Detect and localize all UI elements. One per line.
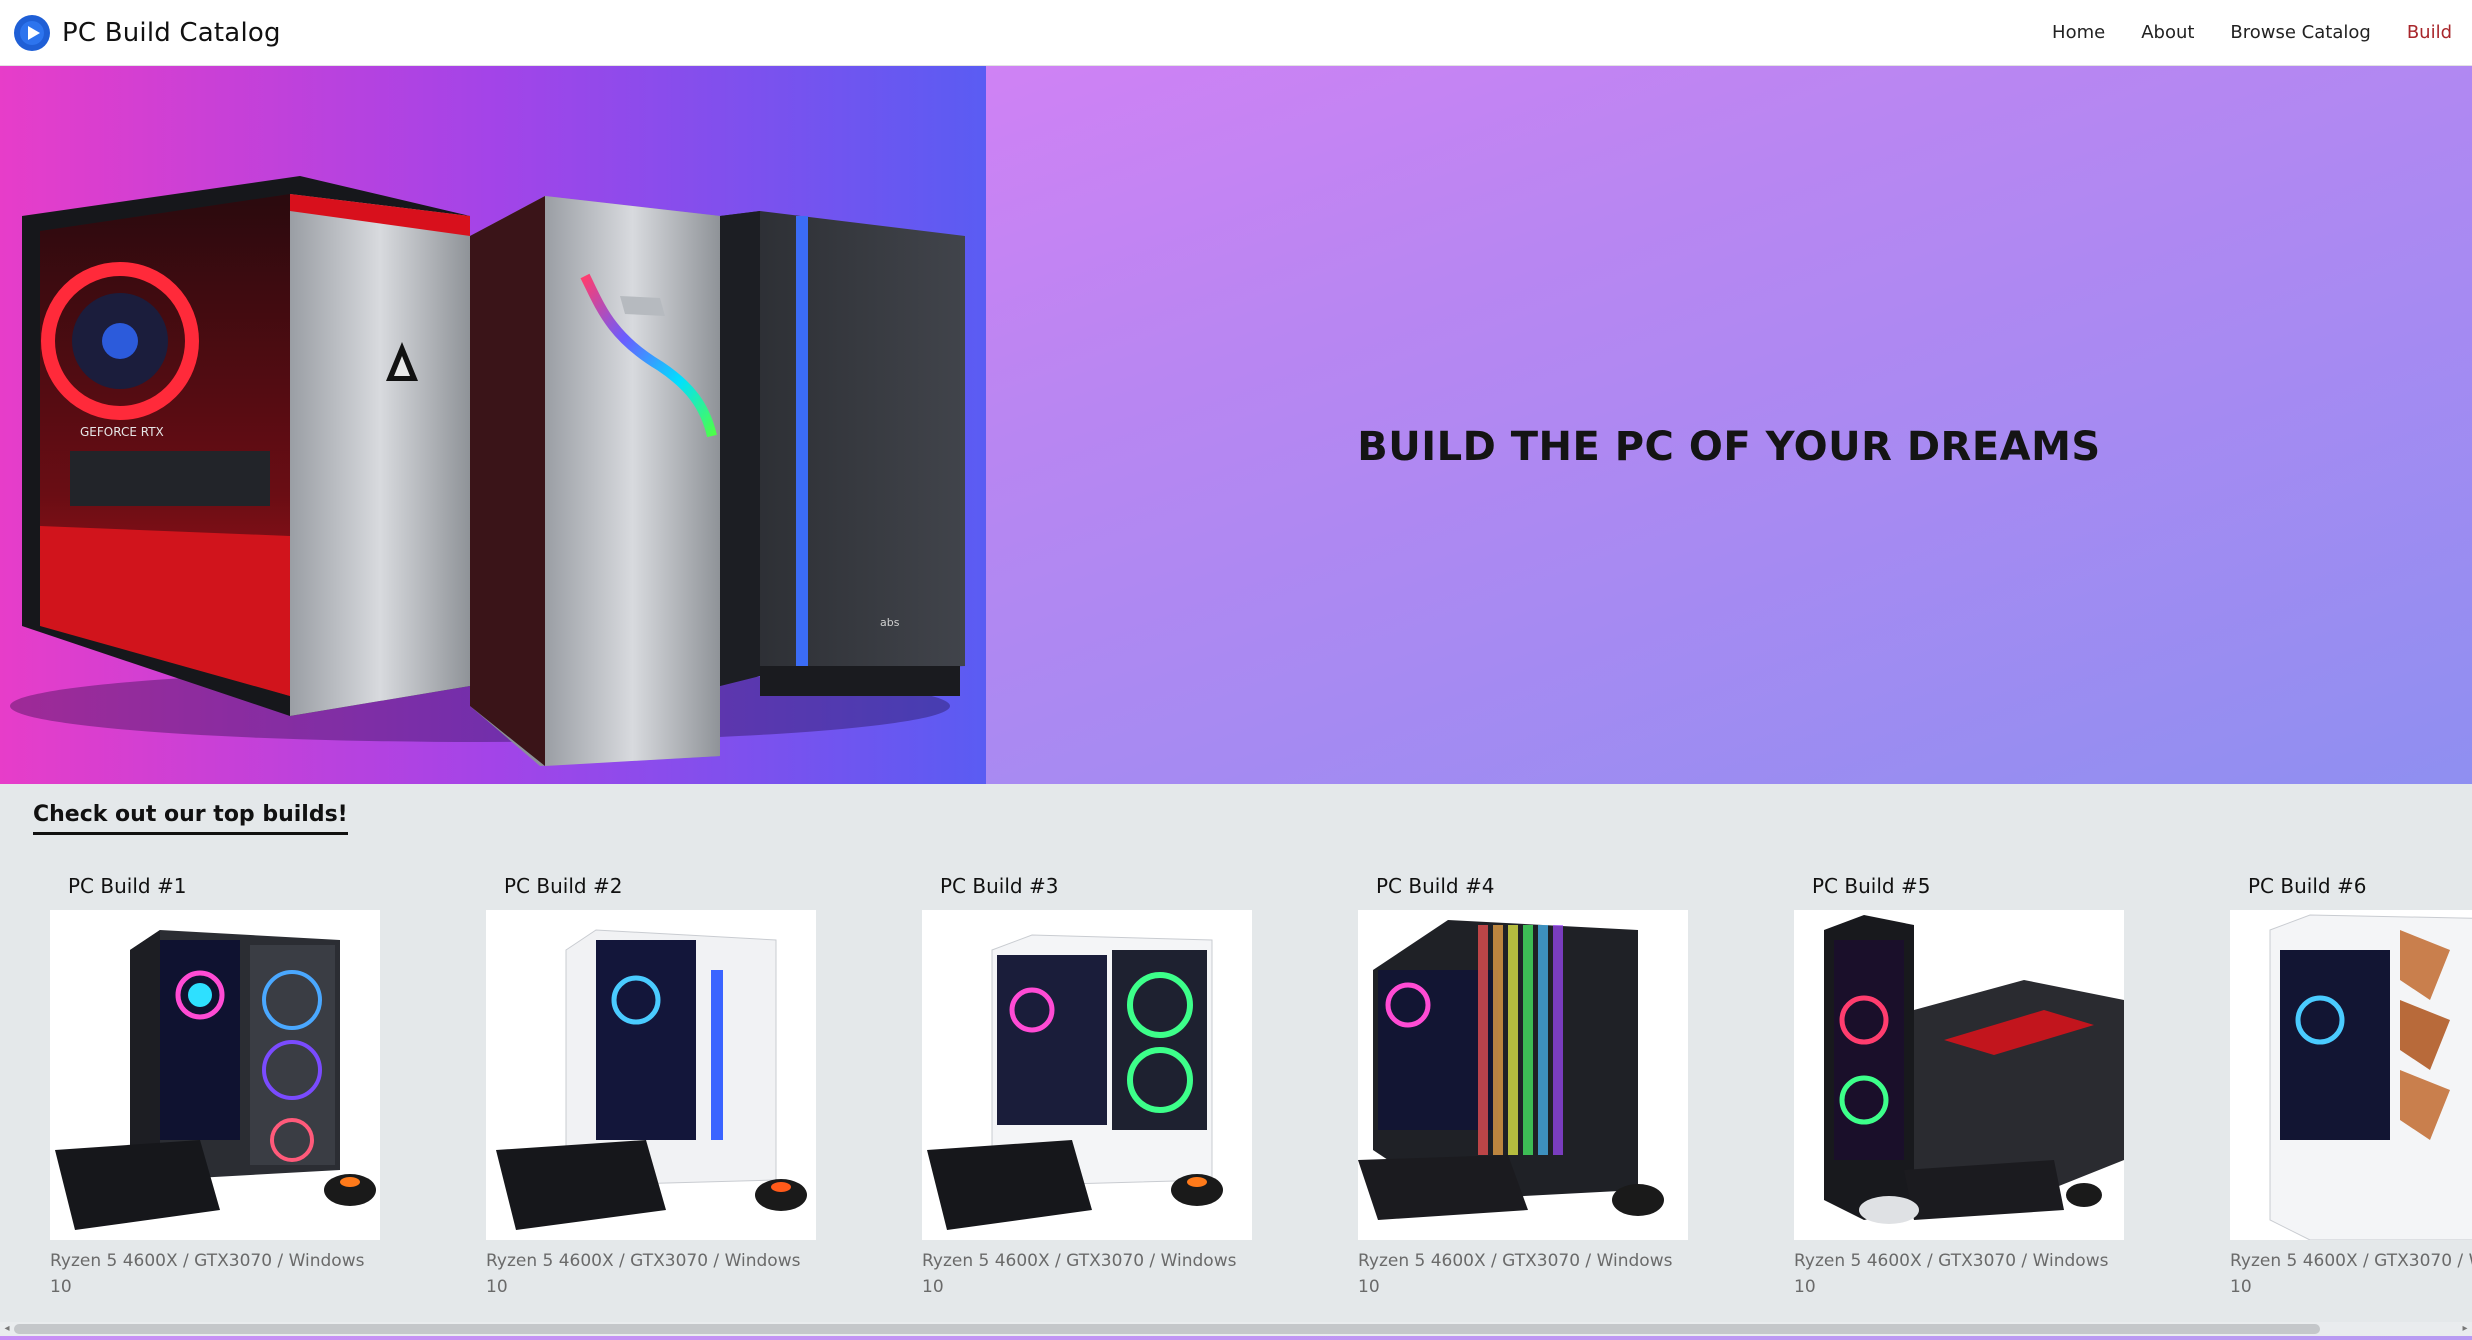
- hero-gpu-label: GEFORCE RTX: [80, 425, 164, 439]
- bottom-accent-bar: [0, 1336, 2472, 1340]
- build-card-title: PC Build #3: [940, 874, 1059, 898]
- build-card-4[interactable]: PC Build #4 Ryzen 5 4600X / GTX3070 / Wi…: [1358, 874, 1698, 1294]
- nav-link-browse-catalog[interactable]: Browse Catalog: [2230, 22, 2370, 43]
- svg-text:abs: abs: [880, 616, 900, 629]
- build-card-spec: Ryzen 5 4600X / GTX3070 / Windows 10: [2230, 1251, 2472, 1294]
- build-carousel[interactable]: PC Build #1 Ryzen 5 4600X / GTX3070 / Wi…: [0, 874, 2472, 1294]
- build-card-image[interactable]: [486, 910, 816, 1240]
- build-card-title: PC Build #6: [2248, 874, 2367, 898]
- scrollbar-thumb[interactable]: [14, 1324, 2320, 1334]
- hero-banner: GEFORCE RTX abs BUILD THE PC OF YOUR DRE…: [0, 66, 2472, 784]
- build-card-spec: Ryzen 5 4600X / GTX3070 / Windows 10: [50, 1251, 365, 1294]
- build-card-1[interactable]: PC Build #1 Ryzen 5 4600X / GTX3070 / Wi…: [50, 874, 390, 1294]
- build-card-spec: Ryzen 5 4600X / GTX3070 / Windows 10: [486, 1251, 801, 1294]
- scroll-right-arrow-icon[interactable]: ▸: [2458, 1322, 2472, 1336]
- build-card-spec: Ryzen 5 4600X / GTX3070 / Windows 10: [1794, 1251, 2109, 1294]
- nav-link-home[interactable]: Home: [2052, 22, 2105, 43]
- hero-image: GEFORCE RTX abs: [0, 66, 986, 784]
- build-card-6[interactable]: PC Build #6 Ryzen 5 4600X / GTX3070 / Wi…: [2230, 874, 2472, 1294]
- brand[interactable]: PC Build Catalog: [14, 14, 281, 52]
- horizontal-scrollbar[interactable]: ◂ ▸: [0, 1322, 2472, 1336]
- build-card-title: PC Build #4: [1376, 874, 1495, 898]
- top-navbar: PC Build Catalog Home About Browse Catal…: [0, 0, 2472, 66]
- build-card-image[interactable]: [50, 910, 380, 1240]
- build-card-3[interactable]: PC Build #3 Ryzen 5 4600X / GTX3070 / Wi…: [922, 874, 1262, 1294]
- top-builds-section: Check out our top builds! PC Build #1 Ry…: [0, 784, 2472, 1340]
- brand-title: PC Build Catalog: [62, 18, 281, 48]
- scroll-left-arrow-icon[interactable]: ◂: [0, 1322, 14, 1336]
- build-card-title: PC Build #2: [504, 874, 623, 898]
- hero-heading: BUILD THE PC OF YOUR DREAMS: [1357, 424, 2101, 470]
- build-card-image[interactable]: [2230, 910, 2472, 1240]
- section-title: Check out our top builds!: [33, 802, 348, 835]
- play-circle-icon: [14, 15, 50, 51]
- nav-link-build[interactable]: Build: [2407, 22, 2452, 43]
- build-card-image[interactable]: [1358, 910, 1688, 1240]
- build-card-spec: Ryzen 5 4600X / GTX3070 / Windows 10: [922, 1251, 1237, 1294]
- build-card-5[interactable]: PC Build #5 Ryzen 5 4600X / GTX3070 / Wi…: [1794, 874, 2134, 1294]
- nav-links: Home About Browse Catalog Build: [2016, 0, 2452, 64]
- build-card-spec: Ryzen 5 4600X / GTX3070 / Windows 10: [1358, 1251, 1673, 1294]
- build-card-image[interactable]: [1794, 910, 2124, 1240]
- build-card-image[interactable]: [922, 910, 1252, 1240]
- build-card-title: PC Build #5: [1812, 874, 1931, 898]
- nav-link-about[interactable]: About: [2141, 22, 2194, 43]
- build-card-2[interactable]: PC Build #2 Ryzen 5 4600X / GTX3070 / Wi…: [486, 874, 826, 1294]
- build-card-title: PC Build #1: [68, 874, 187, 898]
